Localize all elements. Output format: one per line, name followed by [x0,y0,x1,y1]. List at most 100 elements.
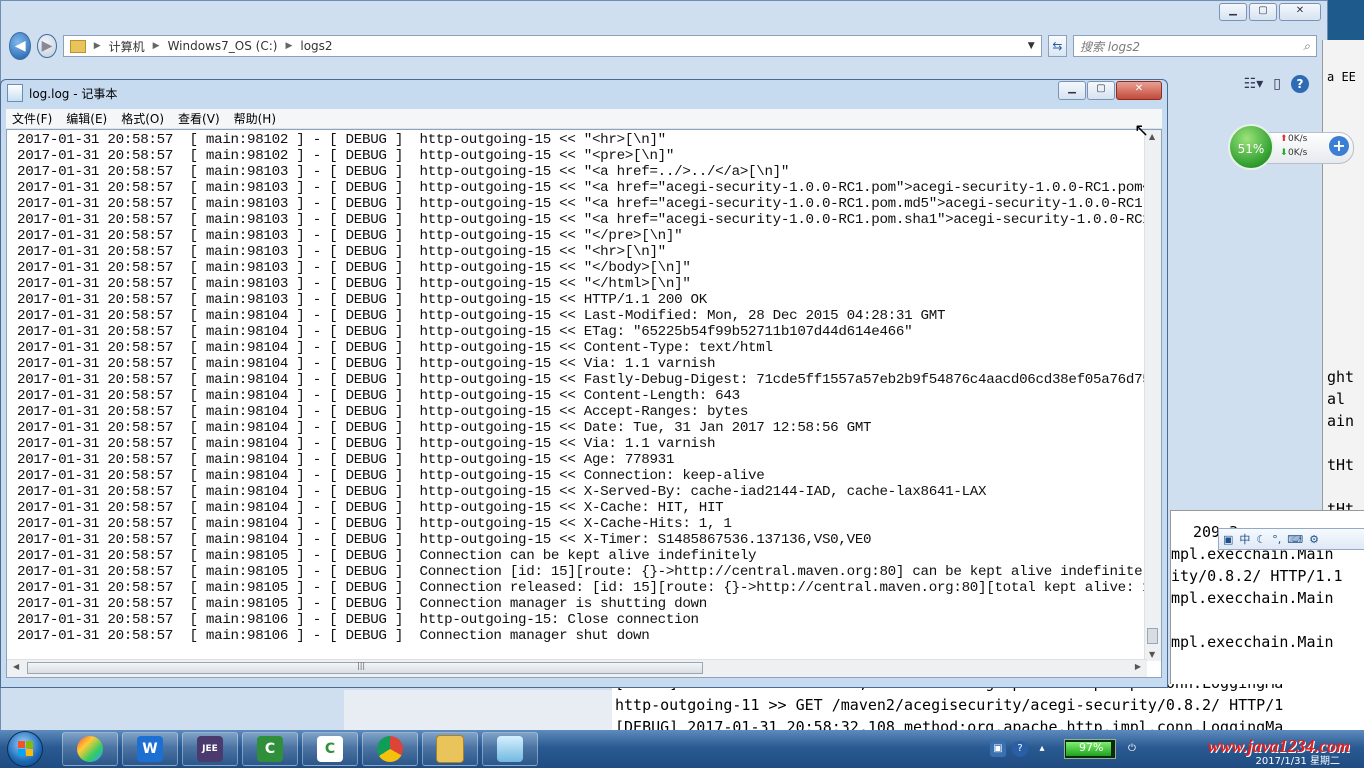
menu-file[interactable]: 文件(F) [12,110,52,127]
address-bar[interactable]: ▶ 计算机 ▶ Windows7_OS (C:) ▶ logs2 ▼ [62,35,1042,57]
notepad-minimize-button[interactable]: ▁ [1058,81,1086,100]
camtasia-icon: C [257,736,283,762]
log-line[interactable]: 2017-01-31 20:58:57 [ main:98103 ] - [ D… [17,164,789,180]
console-line: [DEBUG] 2017-01-31 20:58:32,108 method:o… [615,718,1284,730]
eclipse-ide-icon: JEE [197,736,223,762]
preview-pane-icon[interactable]: ▯ [1273,76,1281,92]
ime-mode-label[interactable]: 中 [1239,531,1250,547]
taskbar-app-photos[interactable] [62,732,118,766]
notepad-icon [497,736,523,762]
tray-help-icon[interactable]: ? [1012,741,1028,757]
chrome-icon [377,736,403,762]
battery-percent: 97% [1079,741,1104,754]
log-line[interactable]: 2017-01-31 20:58:57 [ main:98104 ] - [ D… [17,308,945,324]
view-options-icon[interactable]: ☷▾ [1244,76,1264,92]
log-line[interactable]: 2017-01-31 20:58:57 [ main:98104 ] - [ D… [17,372,1161,388]
back-button[interactable]: ◀ [9,32,32,60]
forward-button[interactable]: ▶ [37,34,57,58]
log-line[interactable]: 2017-01-31 20:58:57 [ main:98104 ] - [ D… [17,420,872,436]
chevron-right-icon: ▶ [93,41,101,51]
start-button[interactable] [4,730,46,768]
horizontal-scrollbar[interactable]: ◀ ||| ▶ [7,659,1147,677]
log-line[interactable]: 2017-01-31 20:58:57 [ main:98103 ] - [ D… [17,244,666,260]
clock-date[interactable]: 2017/1/31 星期二 [1256,752,1340,767]
log-line[interactable]: 2017-01-31 20:58:57 [ main:98104 ] - [ D… [17,436,715,452]
menu-format[interactable]: 格式(O) [121,110,164,127]
log-line[interactable]: 2017-01-31 20:58:57 [ main:98103 ] - [ D… [17,292,707,308]
log-line[interactable]: 2017-01-31 20:58:57 [ main:98103 ] - [ D… [17,212,1161,228]
scroll-right-icon[interactable]: ▶ [1135,662,1141,671]
taskbar-app-camtasia[interactable]: C [242,732,298,766]
search-input[interactable]: 搜索 logs2 ⌕ [1072,35,1317,57]
folder-icon [436,735,464,763]
taskbar-app-eclipse[interactable]: JEE [182,732,238,766]
taskbar-app-word[interactable]: W [122,732,178,766]
log-line[interactable]: 2017-01-31 20:58:57 [ main:98103 ] - [ D… [17,260,691,276]
log-line[interactable]: 2017-01-31 20:58:57 [ main:98102 ] - [ D… [17,148,674,164]
explorer-maximize-button[interactable]: ▢ [1249,3,1277,21]
explorer-minimize-button[interactable]: ▁ [1219,3,1247,21]
system-tray: ▣ ? ▴ 97% ⏻ www.java1234.com 2017/1/31 星… [984,730,1364,768]
notepad-titlebar[interactable]: log.log - 记事本 [1,80,1167,106]
log-line[interactable]: 2017-01-31 20:58:57 [ main:98104 ] - [ D… [17,532,872,548]
tray-app-icon[interactable]: ▣ [990,741,1006,757]
taskbar-app-camtasia-recorder[interactable]: C [302,732,358,766]
vertical-scroll-thumb[interactable] [1147,628,1158,644]
search-placeholder: 搜索 logs2 [1079,39,1140,54]
vertical-scrollbar[interactable]: ▲ ▼ [1144,130,1161,661]
notepad-title: log.log - 记事本 [29,86,118,101]
ime-toolbar[interactable]: ▣ 中 ☾ °, ⌨ ⚙ [1218,528,1364,550]
log-line[interactable]: 2017-01-31 20:58:57 [ main:98103 ] - [ D… [17,228,683,244]
explorer-toolbar: ☷▾ ▯ ? [1171,69,1321,99]
log-line[interactable]: 2017-01-31 20:58:57 [ main:98104 ] - [ D… [17,484,987,500]
log-line[interactable]: 2017-01-31 20:58:57 [ main:98104 ] - [ D… [17,500,724,516]
log-line[interactable]: 2017-01-31 20:58:57 [ main:98105 ] - [ D… [17,580,1161,596]
log-line[interactable]: 2017-01-31 20:58:57 [ main:98104 ] - [ D… [17,324,913,340]
taskbar-app-chrome[interactable] [362,732,418,766]
menu-edit[interactable]: 编辑(E) [66,110,107,127]
log-line[interactable]: 2017-01-31 20:58:57 [ main:98106 ] - [ D… [17,628,650,644]
log-line[interactable]: 2017-01-31 20:58:57 [ main:98105 ] - [ D… [17,596,707,612]
text-edit-area[interactable]: 2017-01-31 20:58:57 [ main:98106 ] - [ D… [6,129,1162,678]
log-line[interactable]: 2017-01-31 20:58:57 [ main:98104 ] - [ D… [17,340,773,356]
bg-edge-text: tHt [1327,456,1355,474]
chevron-down-icon[interactable]: ▼ [1028,41,1035,51]
plus-icon[interactable]: + [1329,136,1349,156]
log-line[interactable]: 2017-01-31 20:58:57 [ main:98104 ] - [ D… [17,388,740,404]
scroll-left-icon[interactable]: ◀ [13,662,19,671]
menu-view[interactable]: 查看(V) [178,110,220,127]
scroll-up-icon[interactable]: ▲ [1149,132,1155,141]
log-line[interactable]: 2017-01-31 20:58:57 [ main:98102 ] - [ D… [17,132,666,148]
taskbar-app-notepad[interactable] [482,732,538,766]
log-line[interactable]: 2017-01-31 20:58:57 [ main:98104 ] - [ D… [17,468,765,484]
log-line[interactable]: 2017-01-31 20:58:57 [ main:98103 ] - [ D… [17,276,691,292]
breadcrumb-computer[interactable]: 计算机 [109,38,145,55]
breadcrumb-drive[interactable]: Windows7_OS (C:) [168,39,278,53]
tray-more-icon[interactable]: ▴ [1034,741,1050,757]
log-line[interactable]: 2017-01-31 20:58:57 [ main:98106 ] - [ D… [17,612,699,628]
taskbar-app-explorer[interactable] [422,732,478,766]
notepad-maximize-button[interactable]: ▢ [1087,81,1115,100]
scroll-down-icon[interactable]: ▼ [1149,650,1155,659]
log-line[interactable]: 2017-01-31 20:58:57 [ main:98104 ] - [ D… [17,404,748,420]
help-icon[interactable]: ? [1291,75,1309,93]
console-line: mpl.execchain.Main [1171,589,1334,607]
log-line[interactable]: 2017-01-31 20:58:57 [ main:98104 ] - [ D… [17,452,674,468]
log-line[interactable]: 2017-01-31 20:58:57 [ main:98104 ] - [ D… [17,516,732,532]
log-line[interactable]: 2017-01-31 20:58:57 [ main:98105 ] - [ D… [17,548,757,564]
refresh-button[interactable]: ⇆ [1047,35,1067,57]
battery-indicator[interactable]: 97% [1064,739,1116,759]
punctuation-icon: °, [1272,532,1282,546]
network-meter-widget[interactable]: 51% ⬆ 0K/s ⬇ 0K/s + [1228,124,1356,170]
menu-help[interactable]: 帮助(H) [234,110,276,127]
memory-usage-ball[interactable]: 51% [1228,124,1274,170]
log-line[interactable]: 2017-01-31 20:58:57 [ main:98103 ] - [ D… [17,180,1161,196]
log-line[interactable]: 2017-01-31 20:58:57 [ main:98103 ] - [ D… [17,196,1161,212]
power-plug-icon[interactable]: ⏻ [1124,741,1140,757]
moon-icon: ☾ [1256,532,1267,546]
notepad-close-button[interactable]: ✕ [1116,81,1162,100]
explorer-close-button[interactable]: ✕ [1279,3,1321,21]
breadcrumb-folder[interactable]: logs2 [300,39,332,53]
log-line[interactable]: 2017-01-31 20:58:57 [ main:98104 ] - [ D… [17,356,715,372]
log-line[interactable]: 2017-01-31 20:58:57 [ main:98105 ] - [ D… [17,564,1159,580]
